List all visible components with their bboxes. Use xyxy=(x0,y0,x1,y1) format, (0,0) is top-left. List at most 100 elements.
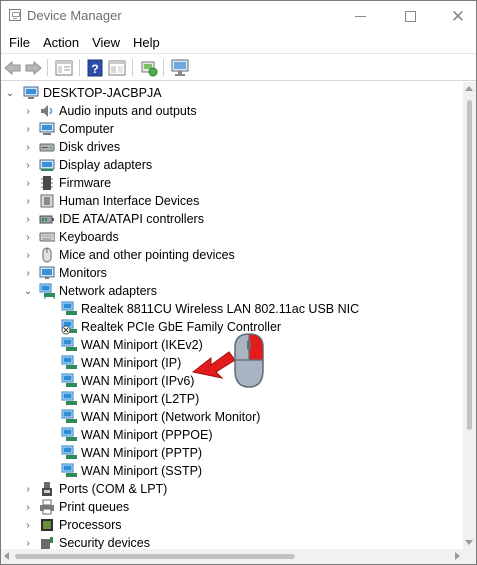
network-adapter-warning-icon xyxy=(61,319,77,335)
network-adapter-icon xyxy=(61,445,77,461)
device-manager-app-icon xyxy=(9,9,21,21)
tree-category-expanded[interactable]: ⌄ Network adapters xyxy=(23,282,157,300)
tree-category[interactable]: › Display adapters xyxy=(23,156,152,174)
chevron-right-icon[interactable]: › xyxy=(23,480,33,498)
category-label: Display adapters xyxy=(59,158,153,172)
properties-view-button[interactable] xyxy=(54,58,74,77)
network-adapter-item[interactable]: WAN Miniport (SSTP) xyxy=(61,462,202,480)
forward-button[interactable] xyxy=(23,58,43,77)
monitor-button[interactable] xyxy=(170,58,190,77)
window-title: Device Manager xyxy=(27,8,122,23)
network-adapter-icon xyxy=(61,355,77,371)
close-button[interactable]: ✕ xyxy=(435,1,476,31)
category-label: IDE ATA/ATAPI controllers xyxy=(59,212,204,226)
maximize-button[interactable] xyxy=(387,1,433,31)
network-adapter-item[interactable]: WAN Miniport (PPPOE) xyxy=(61,426,213,444)
console-tree-icon xyxy=(108,60,126,75)
network-adapter-icon xyxy=(61,301,77,317)
chevron-right-icon[interactable]: › xyxy=(23,210,33,228)
monitor-icon xyxy=(171,59,189,76)
menu-file[interactable]: File xyxy=(3,35,36,50)
chevron-right-icon[interactable]: › xyxy=(23,264,33,282)
chevron-down-icon[interactable]: ⌄ xyxy=(5,84,15,102)
help-button[interactable]: ? xyxy=(85,58,105,77)
device-tree: ⌄ DESKTOP-JACBPJA › Audio inputs and out… xyxy=(1,82,463,549)
red-arrow-icon xyxy=(191,351,236,379)
scan-hardware-button[interactable] xyxy=(139,58,159,77)
tree-category[interactable]: › Ports (COM & LPT) xyxy=(23,480,167,498)
tree-category[interactable]: › Mice and other pointing devices xyxy=(23,246,235,264)
tree-category[interactable]: › Firmware xyxy=(23,174,111,192)
category-label: Computer xyxy=(59,122,114,136)
category-label: Security devices xyxy=(59,536,151,549)
tree-category[interactable]: › Computer xyxy=(23,120,114,138)
network-adapter-item[interactable]: Realtek 8811CU Wireless LAN 802.11ac USB… xyxy=(61,300,359,318)
vertical-scroll-thumb[interactable] xyxy=(467,100,472,430)
chevron-right-icon[interactable]: › xyxy=(23,246,33,264)
tree-category[interactable]: › Audio inputs and outputs xyxy=(23,102,196,120)
horizontal-scroll-thumb[interactable] xyxy=(15,554,295,559)
chevron-right-icon[interactable]: › xyxy=(23,102,33,120)
chevron-right-icon[interactable]: › xyxy=(23,228,33,246)
adapter-label: WAN Miniport (IPv6) xyxy=(81,374,195,388)
network-adapter-icon xyxy=(61,463,77,479)
tree-category[interactable]: › Security devices xyxy=(23,534,150,549)
network-adapter-item[interactable]: WAN Miniport (Network Monitor) xyxy=(61,408,260,426)
network-adapter-icon xyxy=(39,283,55,299)
minimize-button[interactable] xyxy=(337,1,383,31)
category-label: Disk drives xyxy=(59,140,121,154)
security-device-icon xyxy=(39,535,55,549)
toolbar-separator xyxy=(163,59,164,76)
vertical-scrollbar[interactable] xyxy=(463,82,476,549)
svg-text:?: ? xyxy=(91,62,98,76)
adapter-label: WAN Miniport (SSTP) xyxy=(81,464,203,478)
scroll-left-icon[interactable] xyxy=(4,552,9,560)
category-label: Print queues xyxy=(59,500,130,514)
monitor-icon xyxy=(39,265,55,281)
network-adapter-item[interactable]: WAN Miniport (IPv6) xyxy=(61,372,194,390)
chevron-down-icon[interactable]: ⌄ xyxy=(23,282,33,300)
mouse-right-click-icon xyxy=(234,333,264,388)
menu-view[interactable]: View xyxy=(86,35,126,50)
tree-category[interactable]: › Processors xyxy=(23,516,121,534)
category-label: Firmware xyxy=(59,176,112,190)
forward-icon xyxy=(25,60,42,75)
chevron-right-icon[interactable]: › xyxy=(23,138,33,156)
chevron-right-icon[interactable]: › xyxy=(23,156,33,174)
disk-drive-icon xyxy=(39,139,55,155)
network-adapter-item[interactable]: WAN Miniport (IKEv2) xyxy=(61,336,203,354)
category-label: Ports (COM & LPT) xyxy=(59,482,168,496)
network-adapter-icon xyxy=(61,391,77,407)
tree-root[interactable]: ⌄ DESKTOP-JACBPJA xyxy=(5,84,162,102)
port-icon xyxy=(39,481,55,497)
help-icon: ? xyxy=(87,59,103,76)
menu-help[interactable]: Help xyxy=(127,35,166,50)
chevron-right-icon[interactable]: › xyxy=(23,120,33,138)
network-adapter-item[interactable]: WAN Miniport (PPTP) xyxy=(61,444,202,462)
back-button[interactable] xyxy=(3,58,23,77)
console-tree-button[interactable] xyxy=(107,58,127,77)
chevron-right-icon[interactable]: › xyxy=(23,192,33,210)
chevron-right-icon[interactable]: › xyxy=(23,516,33,534)
network-adapter-item[interactable]: WAN Miniport (L2TP) xyxy=(61,390,199,408)
tree-category[interactable]: › Human Interface Devices xyxy=(23,192,199,210)
adapter-label: WAN Miniport (L2TP) xyxy=(81,392,200,406)
speaker-icon xyxy=(39,103,55,119)
scroll-right-icon[interactable] xyxy=(455,552,460,560)
keyboard-icon xyxy=(39,229,56,245)
chevron-right-icon[interactable]: › xyxy=(23,174,33,192)
scroll-down-icon[interactable] xyxy=(465,540,473,545)
tree-category[interactable]: › IDE ATA/ATAPI controllers xyxy=(23,210,204,228)
category-label: Keyboards xyxy=(59,230,119,244)
horizontal-scrollbar[interactable] xyxy=(1,549,463,564)
tree-category[interactable]: › Disk drives xyxy=(23,138,120,156)
title-bar: Device Manager ✕ xyxy=(1,1,476,31)
tree-category[interactable]: › Print queues xyxy=(23,498,129,516)
scroll-up-icon[interactable] xyxy=(465,86,473,91)
tree-category[interactable]: › Monitors xyxy=(23,264,107,282)
network-adapter-item[interactable]: WAN Miniport (IP) xyxy=(61,354,181,372)
menu-action[interactable]: Action xyxy=(37,35,85,50)
chevron-right-icon[interactable]: › xyxy=(23,534,33,549)
chevron-right-icon[interactable]: › xyxy=(23,498,33,516)
tree-category[interactable]: › Keyboards xyxy=(23,228,119,246)
